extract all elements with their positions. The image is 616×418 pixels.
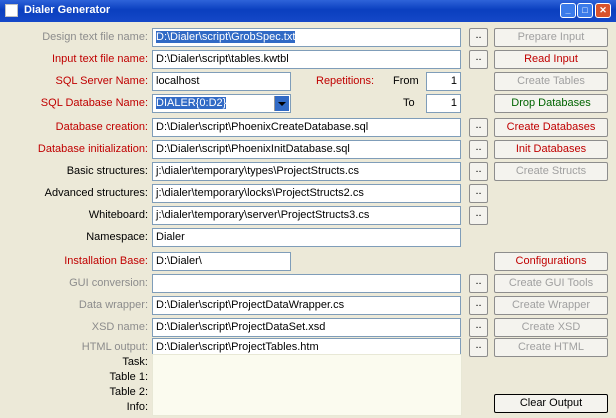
table1-label: Table 1: bbox=[109, 371, 148, 383]
database-creation-label: Database creation: bbox=[55, 121, 148, 133]
title-bar: Dialer Generator _ □ ✕ bbox=[0, 0, 616, 22]
sql-database-combo[interactable]: DIALER{0:D2} bbox=[152, 94, 291, 113]
gui-conversion-browse-button[interactable]: .. bbox=[469, 274, 488, 293]
data-wrapper-input[interactable]: D:\Dialer\script\ProjectDataWrapper.cs bbox=[152, 296, 461, 315]
input-file-input[interactable]: D:\Dialer\script\tables.kwtbl bbox=[152, 50, 461, 69]
database-init-browse-button[interactable]: .. bbox=[469, 140, 488, 159]
from-input[interactable]: 1 bbox=[426, 72, 461, 91]
installation-base-label: Installation Base: bbox=[64, 255, 148, 267]
maximize-button[interactable]: □ bbox=[577, 3, 593, 18]
database-init-input[interactable]: D:\Dialer\script\PhoenixInitDatabase.sql bbox=[152, 140, 461, 159]
create-tables-button[interactable]: Create Tables bbox=[494, 72, 608, 91]
namespace-input[interactable]: Dialer bbox=[152, 228, 461, 247]
output-info-panel bbox=[152, 354, 462, 416]
window-title: Dialer Generator bbox=[24, 4, 111, 16]
sql-database-label: SQL Database Name: bbox=[40, 97, 148, 109]
create-structs-button[interactable]: Create Structs bbox=[494, 162, 608, 181]
data-wrapper-label: Data wrapper: bbox=[78, 299, 148, 311]
create-wrapper-button[interactable]: Create Wrapper bbox=[494, 296, 608, 315]
whiteboard-browse-button[interactable]: .. bbox=[469, 206, 488, 225]
table2-label: Table 2: bbox=[109, 386, 148, 398]
installation-base-input[interactable]: D:\Dialer\ bbox=[152, 252, 291, 271]
to-label: To bbox=[403, 97, 415, 109]
create-xsd-button[interactable]: Create XSD bbox=[494, 318, 608, 337]
advanced-structures-label: Advanced structures: bbox=[44, 187, 148, 199]
xsd-name-label: XSD name: bbox=[91, 321, 148, 333]
data-wrapper-browse-button[interactable]: .. bbox=[469, 296, 488, 315]
drop-databases-button[interactable]: Drop Databases bbox=[494, 94, 608, 113]
prepare-input-button[interactable]: Prepare Input bbox=[494, 28, 608, 47]
task-label: Task: bbox=[122, 356, 148, 368]
advanced-structures-input[interactable]: j:\dialer\temporary\locks\ProjectStructs… bbox=[152, 184, 461, 203]
whiteboard-input[interactable]: j:\dialer\temporary\server\ProjectStruct… bbox=[152, 206, 461, 225]
to-input[interactable]: 1 bbox=[426, 94, 461, 113]
repetitions-label: Repetitions: bbox=[316, 75, 375, 87]
create-gui-tools-button[interactable]: Create GUI Tools bbox=[494, 274, 608, 293]
clear-output-button[interactable]: Clear Output bbox=[494, 394, 608, 413]
advanced-structures-browse-button[interactable]: .. bbox=[469, 184, 488, 203]
create-html-button[interactable]: Create HTML bbox=[494, 338, 608, 357]
whiteboard-label: Whiteboard: bbox=[88, 209, 148, 221]
design-file-input[interactable]: D:\Dialer\script\GrobSpec.txt bbox=[152, 28, 461, 47]
basic-structures-browse-button[interactable]: .. bbox=[469, 162, 488, 181]
close-button[interactable]: ✕ bbox=[595, 3, 611, 18]
read-input-button[interactable]: Read Input bbox=[494, 50, 608, 69]
design-browse-button[interactable]: .. bbox=[469, 28, 488, 47]
gui-conversion-label: GUI conversion: bbox=[69, 277, 148, 289]
design-file-label: Design text file name: bbox=[42, 31, 148, 43]
chevron-down-icon[interactable] bbox=[274, 96, 289, 111]
xsd-name-input[interactable]: D:\Dialer\script\ProjectDataSet.xsd bbox=[152, 318, 461, 337]
basic-structures-label: Basic structures: bbox=[66, 165, 148, 177]
create-databases-button[interactable]: Create Databases bbox=[494, 118, 608, 137]
info-label: Info: bbox=[126, 401, 148, 413]
html-output-label: HTML output: bbox=[81, 341, 148, 353]
configurations-button[interactable]: Configurations bbox=[494, 252, 608, 271]
database-init-label: Database initialization: bbox=[37, 143, 148, 155]
app-icon bbox=[5, 4, 18, 17]
basic-structures-input[interactable]: j:\dialer\temporary\types\ProjectStructs… bbox=[152, 162, 461, 181]
database-creation-browse-button[interactable]: .. bbox=[469, 118, 488, 137]
xsd-name-browse-button[interactable]: .. bbox=[469, 318, 488, 337]
sql-server-input[interactable]: localhost bbox=[152, 72, 291, 91]
minimize-button[interactable]: _ bbox=[560, 3, 576, 18]
from-label: From bbox=[393, 75, 419, 87]
input-browse-button[interactable]: .. bbox=[469, 50, 488, 69]
namespace-label: Namespace: bbox=[86, 231, 148, 243]
html-output-browse-button[interactable]: .. bbox=[469, 338, 488, 357]
input-file-label: Input text file name: bbox=[52, 53, 148, 65]
init-databases-button[interactable]: Init Databases bbox=[494, 140, 608, 159]
sql-server-label: SQL Server Name: bbox=[55, 75, 148, 87]
database-creation-input[interactable]: D:\Dialer\script\PhoenixCreateDatabase.s… bbox=[152, 118, 461, 137]
gui-conversion-input[interactable] bbox=[152, 274, 461, 293]
